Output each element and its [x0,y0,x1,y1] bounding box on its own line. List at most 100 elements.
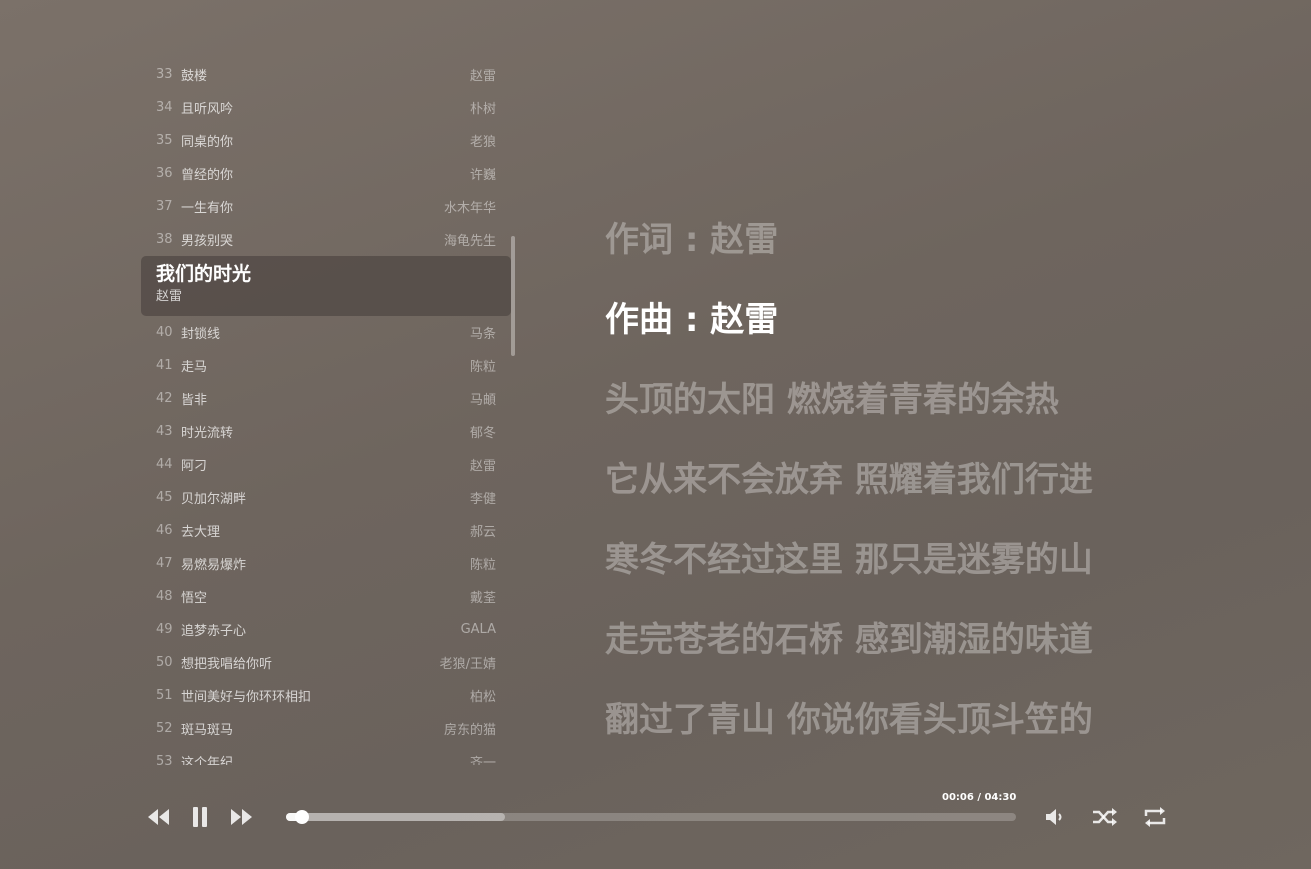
playlist-row[interactable]: 40 封锁线 马条 [141,316,511,349]
track-number: 43 [156,424,173,439]
track-number: 46 [156,523,173,538]
track-number: 41 [156,358,173,373]
track-title: 世间美好与你环环相扣 [181,690,312,705]
track-artist: 老狼/王婧 [439,657,496,672]
lyric-line: 走完苍老的石桥 感到潮湿的味道 [605,620,1093,660]
lyric-line: 头顶的太阳 燃烧着青春的余热 [605,380,1059,420]
track-number: 52 [156,721,173,736]
track-artist: 齐一 [469,756,496,765]
lyric-line: 寒冬不经过这里 那只是迷雾的山 [605,540,1093,580]
playlist-row[interactable]: 36 曾经的你 许巍 [141,157,511,190]
track-artist: GALA [460,622,496,637]
track-artist: 海龟先生 [443,234,496,249]
track-artist: 赵雷 [469,459,496,474]
track-title: 追梦赤子心 [181,624,247,639]
playlist-row[interactable]: 33 鼓楼 赵雷 [141,58,511,91]
volume-button[interactable] [1043,802,1069,832]
track-title: 时光流转 [181,426,234,441]
track-artist: 陈粒 [469,360,496,375]
playlist-row[interactable]: 43 时光流转 郁冬 [141,415,511,448]
track-artist: 马条 [469,327,496,342]
track-title: 贝加尔湖畔 [181,492,247,507]
playlist-row[interactable]: 37 一生有你 水木年华 [141,190,511,223]
next-button[interactable] [228,802,254,832]
track-number: 33 [156,67,173,82]
playlist-row-current[interactable]: 我们的时光 赵雷 [141,256,511,316]
track-number: 47 [156,556,173,571]
track-number: 37 [156,199,173,214]
track-number: 36 [156,166,173,181]
playlist-row[interactable]: 41 走马 陈粒 [141,349,511,382]
playlist-row[interactable]: 51 世间美好与你环环相扣 柏松 [141,679,511,712]
repeat-button[interactable] [1141,802,1169,832]
lyric-line: 它从来不会放弃 照耀着我们行进 [605,460,1093,500]
track-number: 44 [156,457,173,472]
lyric-line-current: 作曲 : 赵雷 [605,300,779,340]
shuffle-icon [1093,808,1117,826]
track-number: 51 [156,688,173,703]
track-title: 想把我唱给你听 [181,657,273,672]
track-artist: 朴树 [469,102,496,117]
track-title: 斑马斑马 [181,723,234,738]
track-title: 易燃易爆炸 [181,558,247,573]
playlist-row[interactable]: 34 且听风吟 朴树 [141,91,511,124]
track-number: 49 [156,622,173,637]
progress-bar[interactable] [286,810,1016,824]
playlist-row[interactable]: 50 想把我唱给你听 老狼/王婧 [141,646,511,679]
playlist-row[interactable]: 53 这个年纪 齐一 [141,745,511,765]
track-artist: 房东的猫 [443,723,496,738]
track-number: 48 [156,589,173,604]
previous-button[interactable] [146,802,172,832]
progress-handle[interactable] [295,810,310,824]
track-number: 35 [156,133,173,148]
lyric-line: 翻过了青山 你说你看头顶斗笠的 [605,700,1093,740]
track-title: 悟空 [181,591,208,606]
playlist-row[interactable]: 46 去大理 郝云 [141,514,511,547]
fast-forward-icon [231,809,252,825]
track-title: 皆非 [181,393,208,408]
current-track-title: 我们的时光 [156,263,252,285]
pause-button[interactable] [188,802,212,832]
track-number: 34 [156,100,173,115]
track-title: 这个年纪 [181,756,234,765]
playlist: 33 鼓楼 赵雷 34 且听风吟 朴树 35 同桌的你 老狼 36 曾经的你 许… [141,58,519,765]
track-number: 50 [156,655,173,670]
track-title: 且听风吟 [181,102,234,117]
track-artist: 柏松 [469,690,496,705]
player-bar: 00:06 / 04:30 [0,780,1311,850]
track-title: 一生有你 [181,201,234,216]
track-title: 鼓楼 [181,69,208,84]
track-number: 53 [156,754,173,765]
playlist-list: 33 鼓楼 赵雷 34 且听风吟 朴树 35 同桌的你 老狼 36 曾经的你 许… [141,58,511,765]
playlist-row[interactable]: 52 斑马斑马 房东的猫 [141,712,511,745]
pause-icon [193,807,207,827]
track-number: 38 [156,232,173,247]
rewind-icon [148,809,169,825]
volume-icon [1046,809,1062,825]
track-artist: 李健 [469,492,496,507]
time-display: 00:06 / 04:30 [942,792,1017,803]
track-title: 同桌的你 [181,135,234,150]
repeat-icon [1144,807,1166,827]
track-artist: 陈粒 [469,558,496,573]
track-title: 去大理 [181,525,221,540]
track-artist: 郁冬 [469,426,496,441]
track-artist: 马頔 [469,393,496,408]
playlist-row[interactable]: 49 追梦赤子心 GALA [141,613,511,646]
track-title: 走马 [181,360,208,375]
track-artist: 许巍 [469,168,496,183]
track-artist: 老狼 [469,135,496,150]
playlist-row[interactable]: 44 阿刁 赵雷 [141,448,511,481]
track-artist: 赵雷 [469,69,496,84]
playlist-row[interactable]: 45 贝加尔湖畔 李健 [141,481,511,514]
playlist-row[interactable]: 48 悟空 戴荃 [141,580,511,613]
shuffle-button[interactable] [1091,802,1119,832]
playlist-row[interactable]: 38 男孩别哭 海龟先生 [141,223,511,256]
lyric-line: 作词 : 赵雷 [605,220,779,260]
playlist-row[interactable]: 35 同桌的你 老狼 [141,124,511,157]
playlist-row[interactable]: 47 易燃易爆炸 陈粒 [141,547,511,580]
track-artist: 郝云 [469,525,496,540]
playlist-scrollbar[interactable] [511,236,515,356]
track-title: 男孩别哭 [181,234,234,249]
playlist-row[interactable]: 42 皆非 马頔 [141,382,511,415]
